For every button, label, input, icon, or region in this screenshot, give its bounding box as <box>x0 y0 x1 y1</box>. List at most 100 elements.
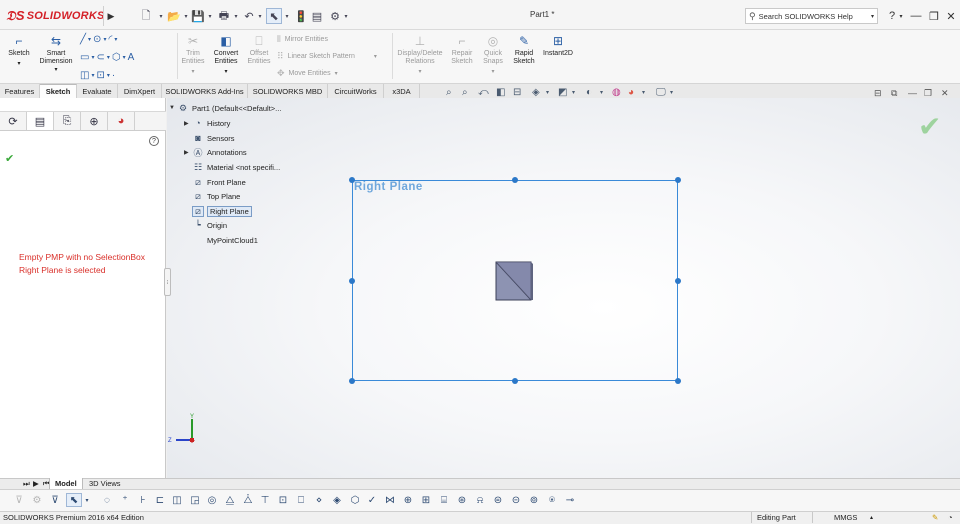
search-help-input[interactable]: ⚲ Search SOLIDWORKS Help ▾ <box>745 8 878 24</box>
zoom-to-fit-icon[interactable]: ⌕ <box>446 86 452 98</box>
open-folder-icon[interactable]: 📂 <box>166 8 182 24</box>
dynamic-annotation-icon[interactable]: ⊟ <box>513 86 521 98</box>
tab-dimxpert[interactable]: DimXpert <box>118 84 162 98</box>
display-style-dropdown-icon[interactable]: ▾ <box>572 86 575 98</box>
rapid-sketch-button[interactable]: ✎ Rapid Sketch <box>510 33 538 66</box>
configurationmanager-tab-icon[interactable]: ⎘ <box>54 112 81 130</box>
tab-solidworks-mbd[interactable]: SOLIDWORKS MBD <box>248 84 328 98</box>
rectangle-icon[interactable]: ▭ <box>80 52 89 63</box>
plane-handle[interactable] <box>675 378 681 384</box>
car-tool-icon[interactable]: ⍾ <box>473 493 487 507</box>
rebuild-status-icon[interactable]: ✎ <box>932 513 938 522</box>
pmp-help-icon[interactable]: ? <box>149 136 159 146</box>
expand-arrow-icon[interactable]: ▶ <box>184 120 192 127</box>
tree-item-history[interactable]: ▶ ◔ History <box>184 116 230 130</box>
tab-evaluate[interactable]: Evaluate <box>77 84 118 98</box>
tree-item-origin[interactable]: ┕ Origin <box>184 218 227 232</box>
new-dropdown-icon[interactable]: ▾ <box>156 8 166 24</box>
options-gear-icon[interactable]: ⚙ <box>328 8 342 24</box>
displaymanager-tab-icon[interactable]: ◕ <box>108 112 135 130</box>
edge-tool-icon[interactable]: ⧋ <box>223 493 237 507</box>
print-icon[interactable]: 🖶 <box>216 8 232 24</box>
tree-item-mypointcloud1[interactable]: MyPointCloud1 <box>184 233 258 247</box>
sketch-dropdown-icon[interactable]: ▾ <box>17 60 20 68</box>
select-pointer-dropdown-icon[interactable]: ▾ <box>83 493 91 507</box>
filter-edges-icon[interactable]: ⊽ <box>48 493 62 507</box>
select-icon[interactable]: ⬉ <box>266 8 282 24</box>
select-dropdown-icon[interactable]: ▾ <box>283 8 291 24</box>
repair-sketch-button[interactable]: ⌐ Repair Sketch <box>449 33 475 66</box>
surface-tool-icon[interactable]: ⋈ <box>383 493 397 507</box>
mirror-entities-button[interactable]: ⫴ Mirror Entities <box>277 32 377 46</box>
previous-view-icon[interactable]: ⤺ <box>478 86 489 98</box>
arc-dropdown-icon[interactable]: ▾ <box>114 36 117 43</box>
solidworks-logo[interactable]: 𝔇S SOLIDWORKS <box>6 7 105 25</box>
smart-dimension-dropdown-icon[interactable]: ▾ <box>54 66 57 74</box>
graphics-tile-icon[interactable]: ⊟ <box>874 88 882 99</box>
quick-snaps-button[interactable]: ◎ Quick Snaps ▾ <box>480 33 506 76</box>
rectangle-tool-icon[interactable]: ⊏ <box>153 493 167 507</box>
trim-entities-button[interactable]: ✂ Trim Entities ▾ <box>180 33 206 76</box>
plane-handle[interactable] <box>675 278 681 284</box>
confirm-ok-check-icon[interactable]: ✔ <box>918 110 941 143</box>
apply-scene-icon[interactable]: ◕ <box>628 86 634 98</box>
tab-model[interactable]: Model <box>49 478 83 489</box>
convert-dropdown-icon[interactable]: ▾ <box>224 68 227 76</box>
body-tool-icon[interactable]: ◈ <box>330 493 344 507</box>
tab-solidworks-add-ins[interactable]: SOLIDWORKS Add-Ins <box>162 84 248 98</box>
graphics-maximize-icon[interactable]: ❐ <box>924 88 932 99</box>
save-icon[interactable]: 💾 <box>190 8 206 24</box>
tab-circuitworks[interactable]: CircuitWorks <box>328 84 384 98</box>
polygon-icon[interactable]: ⬡ <box>112 52 121 63</box>
frame-tool-icon[interactable]: ⎕ <box>294 493 308 507</box>
check-tool-icon[interactable]: ✓ <box>365 493 379 507</box>
slot-dropdown-icon[interactable]: ▾ <box>107 54 110 61</box>
plane-handle[interactable] <box>675 177 681 183</box>
tab-features[interactable]: Features <box>0 84 40 98</box>
tree-item-front-plane[interactable]: ⧄ Front Plane <box>184 175 246 189</box>
cylinder-tool-icon[interactable]: ◫ <box>170 493 184 507</box>
display-style-icon[interactable]: ◩ <box>558 86 567 98</box>
close-icon[interactable]: ✕ <box>943 8 959 24</box>
tab-x3da[interactable]: x3DA <box>384 84 420 98</box>
tree-item-material[interactable]: ☷ Material <not specifi... <box>184 160 280 174</box>
instant2d-button[interactable]: ⊞ Instant2D <box>540 33 576 58</box>
move-entities-button[interactable]: ✥ Move Entities ▾ <box>277 66 377 80</box>
propertymanager-tab-icon[interactable]: ▤ <box>27 112 54 130</box>
filter-icon[interactable]: ⊽ <box>12 493 26 507</box>
rebuild-icon[interactable]: 🚦 <box>294 8 308 24</box>
plane-handle[interactable] <box>349 378 355 384</box>
expand-arrow-icon[interactable]: ▶ <box>184 149 192 156</box>
graphics-restore-icon[interactable]: ⧉ <box>891 88 897 99</box>
vertex-tool-icon[interactable]: ⧊ <box>241 493 255 507</box>
grid-tool-icon[interactable]: ⊡ <box>276 493 290 507</box>
spline-dropdown-icon[interactable]: ▾ <box>91 72 94 79</box>
collapse-arrow-icon[interactable]: ▼ <box>169 105 177 111</box>
tree-item-right-plane[interactable]: ⧄ Right Plane <box>184 204 252 218</box>
loop-tool-icon[interactable]: ⊞ <box>419 493 433 507</box>
options-dropdown-icon[interactable]: ▾ <box>342 8 350 24</box>
spline-icon[interactable]: ◫ <box>80 70 89 81</box>
graphics-close-icon[interactable]: ✕ <box>941 88 949 99</box>
text-icon[interactable]: A <box>128 52 135 63</box>
open-dropdown-icon[interactable]: ▾ <box>182 8 190 24</box>
line-dropdown-icon[interactable]: ▾ <box>88 36 91 43</box>
hide-show-icon[interactable]: ◌ <box>100 493 114 507</box>
search-dropdown-icon[interactable]: ▾ <box>871 13 874 20</box>
undo-icon[interactable]: ↶ <box>242 8 256 24</box>
sphere-tool-icon[interactable]: ◎ <box>205 493 219 507</box>
hide-show-items-icon[interactable]: ◐ <box>586 86 592 98</box>
motion-tool-icon[interactable]: ⍟ <box>545 493 559 507</box>
hide-show-dropdown-icon[interactable]: ▾ <box>600 86 603 98</box>
plane-handle[interactable] <box>349 278 355 284</box>
tab-3d-views[interactable]: 3D Views <box>84 478 126 489</box>
circle-dropdown-icon[interactable]: ▾ <box>103 36 106 43</box>
zoom-to-area-icon[interactable]: ⌕ <box>462 86 468 98</box>
cube-tool-icon[interactable]: ◲ <box>188 493 202 507</box>
restore-icon[interactable]: ❐ <box>926 8 942 24</box>
mesh-tool-icon[interactable]: ⌸ <box>437 493 451 507</box>
panel-splitter-handle[interactable]: ⁝ <box>164 268 171 296</box>
rectangle-dropdown-icon[interactable]: ▾ <box>91 54 94 61</box>
new-document-icon[interactable]: 🗋 <box>138 8 154 24</box>
help-dropdown-icon[interactable]: ▾ <box>897 8 905 24</box>
